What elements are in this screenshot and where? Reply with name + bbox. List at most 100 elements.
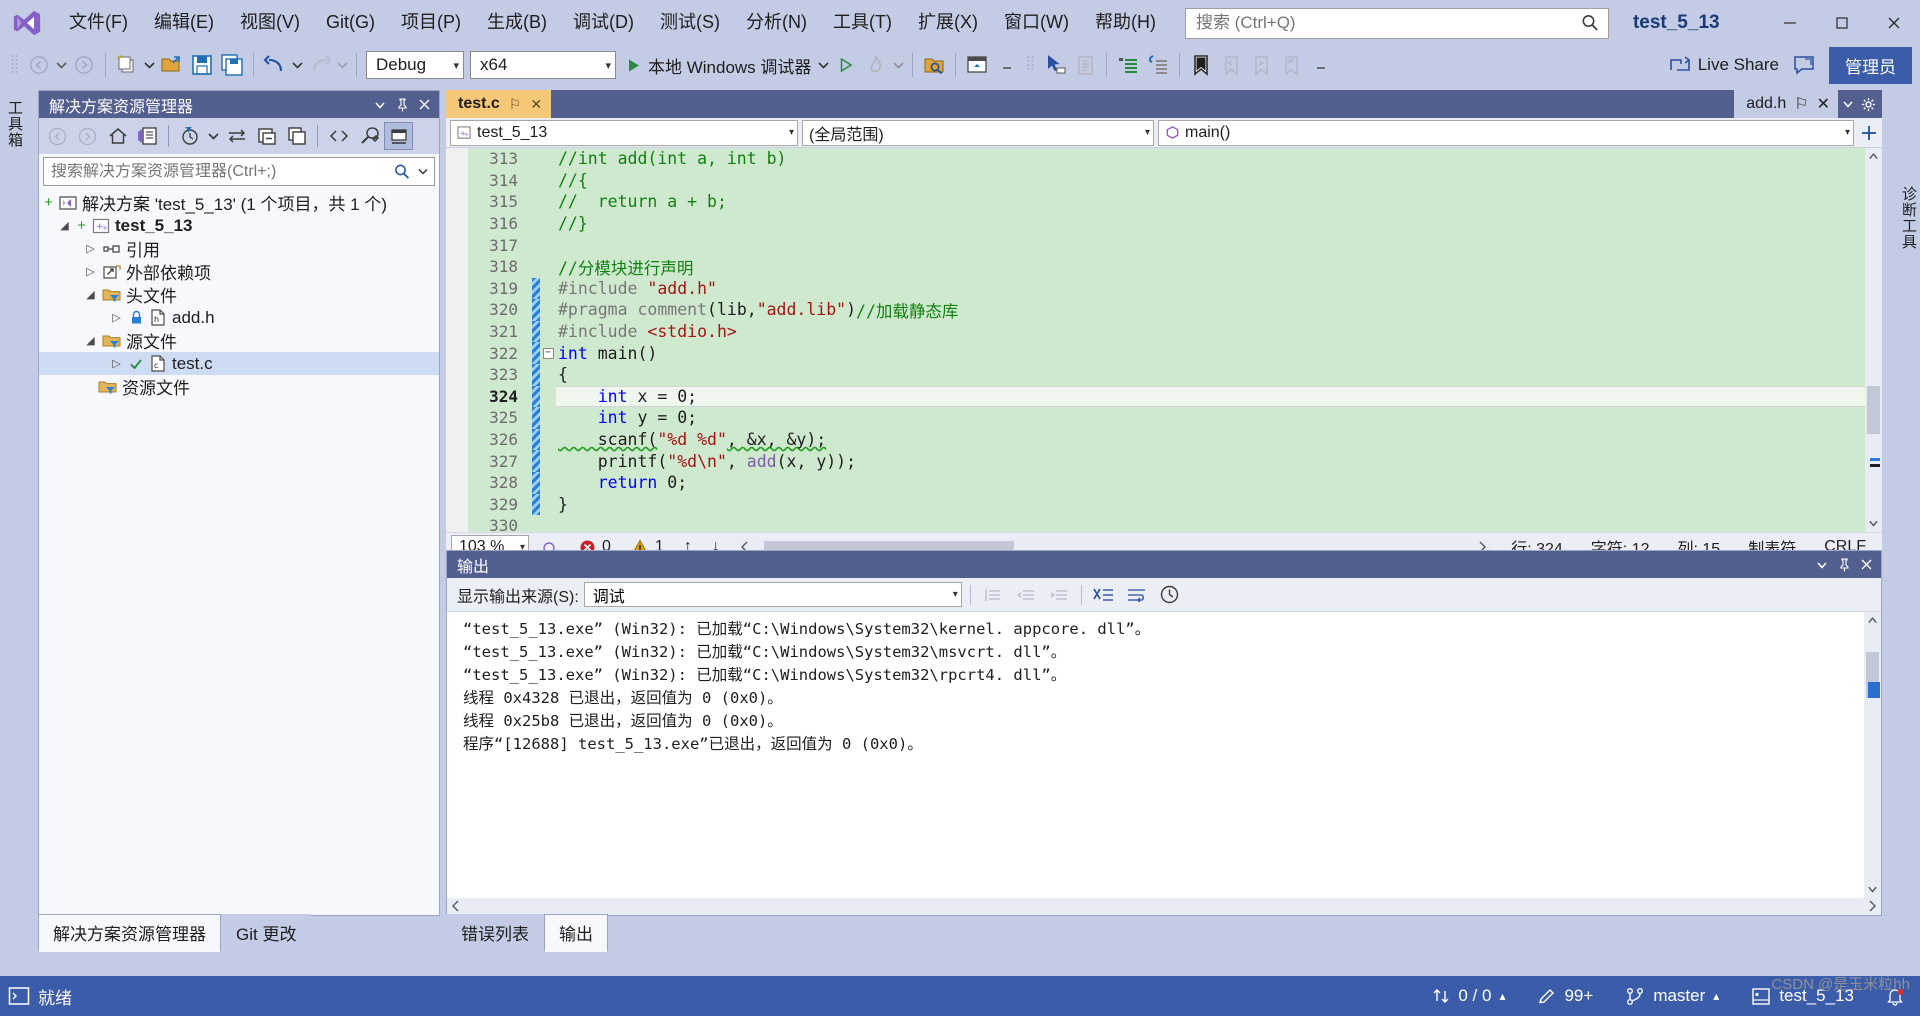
output-source-combo[interactable]: 调试 ▾ [583,582,962,607]
output-dropdown-icon[interactable] [1811,554,1833,576]
hot-reload-dropdown-icon[interactable] [891,50,906,80]
code-line[interactable]: 329 } [468,493,1882,516]
tabstrip-dropdown-icon[interactable] [1838,91,1858,117]
panel-dropdown-icon[interactable] [369,94,391,116]
tree-item-external-dependencies[interactable]: ▷ 外部依赖项 [39,260,439,283]
nav-member-combo[interactable]: main() ▾ [1158,119,1854,146]
split-editor-icon[interactable] [1858,120,1880,146]
filter-dropdown-icon[interactable] [205,122,221,150]
output-next-message-icon[interactable] [1045,582,1073,608]
output-scroll-down-icon[interactable] [1864,881,1881,898]
code-line[interactable]: 319 #include "add.h" [468,277,1882,300]
menu-item-extensions[interactable]: 扩展(X) [905,7,991,39]
preview-selected-items-icon[interactable] [384,122,413,150]
toolbar-overflow-icon-2[interactable] [1306,50,1336,80]
scroll-down-icon[interactable] [1865,515,1882,532]
solution-configuration-combo[interactable]: Debug ▾ [366,51,464,79]
live-share-button[interactable]: Live Share [1659,50,1789,80]
tree-item-project[interactable]: ◢ + + + test_5_13 [39,214,439,237]
minimize-button[interactable] [1764,0,1816,46]
navigate-backward-dropdown-icon[interactable] [54,50,69,80]
nav-scope-combo[interactable]: (全局范围) ▾ [802,119,1154,146]
output-tab[interactable]: 输出 [544,914,608,952]
code-line[interactable]: 315 // return a + b; [468,191,1882,213]
menu-item-file[interactable]: 文件(F) [56,7,141,39]
tree-item-source-files[interactable]: ◢ 源文件 [39,329,439,352]
status-repo-item[interactable]: test_5_13 [1735,976,1870,1016]
uncomment-selection-icon[interactable] [1143,50,1173,80]
search-icon-2[interactable] [390,163,414,181]
code-line-current[interactable]: 324 int x = 0; [468,385,1882,408]
tree-item-references[interactable]: ▷ 引用 [39,237,439,260]
code-line[interactable]: 320 #pragma comment (lib, "add.lib")//加载静态… [468,299,1882,321]
new-project-icon[interactable] [112,50,142,80]
window-layout-icon[interactable] [962,50,992,80]
pinned-tab-add-h[interactable]: add.h ⚐ ✕ [1734,90,1838,118]
pinned-tab-pin-icon[interactable]: ⚐ [1794,94,1808,114]
scroll-thumb[interactable] [1867,386,1880,434]
status-terminal-icon[interactable] [8,986,30,1006]
output-pin-icon[interactable] [1833,554,1855,576]
navigate-forward-icon[interactable] [69,50,99,80]
tree-item-resource-files[interactable]: 资源文件 [39,375,439,398]
attach-to-process-icon[interactable] [919,50,949,80]
menu-item-debug[interactable]: 调试(D) [560,7,647,39]
expander-icon-project[interactable]: ◢ [57,219,72,232]
tabstrip-settings-gear-icon[interactable] [1858,91,1878,117]
git-changes-tab[interactable]: Git 更改 [221,914,312,952]
code-line[interactable]: 325 int y = 0; [468,407,1882,429]
expander-icon-source-files[interactable]: ◢ [83,334,98,347]
scroll-up-icon[interactable] [1865,148,1882,165]
code-line[interactable]: 330 [468,515,1882,532]
sync-with-active-document-icon[interactable] [222,122,251,150]
toolbox-tab[interactable]: 工具箱 [0,94,29,154]
output-close-icon[interactable] [1855,554,1877,576]
search-options-dropdown-icon[interactable] [414,168,432,175]
menu-item-help[interactable]: 帮助(H) [1082,7,1169,39]
code-line[interactable]: 317 [468,234,1882,256]
solution-search-input[interactable] [51,162,390,181]
close-button[interactable] [1868,0,1920,46]
diagnostic-tools-tab[interactable]: 诊断工具 [1894,180,1920,256]
undo-icon[interactable] [260,50,290,80]
code-line[interactable]: 327 printf("%d\n", add (x, y)); [468,450,1882,472]
code-line[interactable]: 313 //int add(int a, int b) [468,148,1882,170]
comment-selection-icon[interactable] [1113,50,1143,80]
maximize-button[interactable] [1816,0,1868,46]
code-line[interactable]: 326 scanf("%d %d", &x, &y); [468,428,1882,451]
toggle-bookmark-icon[interactable] [1186,50,1216,80]
expander-icon-external-deps[interactable]: ▷ [83,265,98,278]
back-icon[interactable] [43,122,72,150]
code-line[interactable]: 323 { [468,363,1882,386]
code-line[interactable]: 321 #include <stdio.h> [468,320,1882,343]
output-previous-message-icon[interactable] [1012,582,1040,608]
properties-wrench-icon[interactable] [354,122,383,150]
tree-item-test-c[interactable]: ▷ c test.c [39,352,439,375]
code-line[interactable]: 314 //{ [468,170,1882,192]
tab-close-icon[interactable]: ✕ [530,96,542,113]
nav-project-combo[interactable]: + + test_5_13 ▾ [450,119,798,146]
status-pending-changes-item[interactable]: 99+ [1521,976,1609,1016]
save-file-icon[interactable] [187,50,217,80]
pinned-tab-close-icon[interactable]: ✕ [1817,94,1830,114]
view-code-icon[interactable] [324,122,353,150]
expander-icon-header-files[interactable]: ◢ [83,288,98,301]
code-line[interactable]: 318 //分模块进行声明 [468,256,1882,278]
global-search-box[interactable] [1184,7,1609,39]
toolbar-grip[interactable] [10,54,20,76]
menu-item-tools[interactable]: 工具(T) [820,7,905,39]
menu-item-view[interactable]: 视图(V) [227,7,313,39]
solution-views-icon[interactable] [133,122,162,150]
toggle-word-wrap-icon[interactable] [1123,582,1151,608]
fold-margin[interactable]: − [540,347,556,359]
pointer-select-icon[interactable] [1040,50,1070,80]
forward-icon[interactable] [73,122,102,150]
menu-item-build[interactable]: 生成(B) [474,7,560,39]
toolbar-overflow-icon[interactable] [992,50,1022,80]
status-branch-item[interactable]: master ▴ [1609,976,1735,1016]
tab-pin-icon[interactable]: ⚐ [509,96,522,113]
status-notification-item[interactable] [1870,976,1920,1016]
breakpoint-margin[interactable] [446,148,468,532]
redo-icon[interactable] [305,50,335,80]
show-all-files-icon[interactable] [282,122,311,150]
